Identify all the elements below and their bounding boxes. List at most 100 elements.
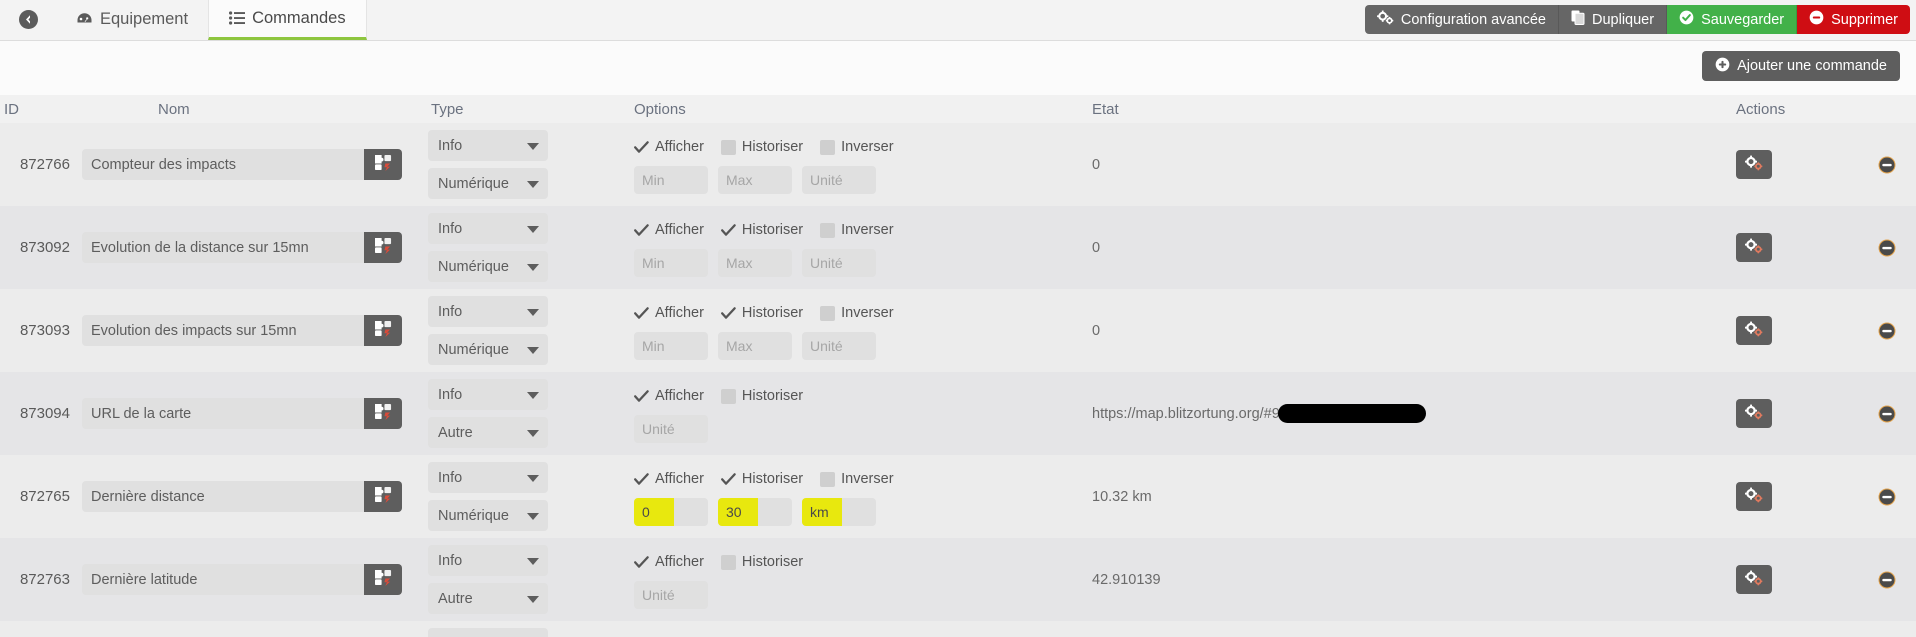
command-name-group [82, 564, 402, 595]
checkbox-historiser[interactable]: Historiser [720, 471, 803, 487]
command-name-input[interactable] [82, 481, 364, 512]
checkbox-afficher[interactable]: Afficher [634, 471, 704, 487]
command-subtype-select-2[interactable]: Numérique [428, 334, 548, 365]
back-button[interactable] [0, 0, 56, 40]
unit-input[interactable] [802, 166, 876, 194]
checkbox-historiser-label: Historiser [741, 139, 804, 155]
add-command-button[interactable]: Ajouter une commande [1702, 51, 1900, 81]
command-type-select[interactable]: Info [428, 379, 548, 410]
min-input[interactable] [634, 332, 708, 360]
remove-command-icon[interactable] [1878, 239, 1896, 261]
command-configure-button[interactable] [1736, 565, 1772, 594]
tab-commandes[interactable]: Commandes [208, 0, 367, 40]
command-name-icon-button[interactable] [364, 481, 402, 512]
command-type-select[interactable]: Info [428, 628, 548, 637]
remove-command-icon[interactable] [1878, 156, 1896, 178]
copy-icon [1571, 10, 1585, 29]
unit-input[interactable] [802, 332, 876, 360]
command-type-select[interactable]: Info [428, 462, 548, 493]
commands-table: ID Nom Type Options Etat Actions 872766 I… [0, 95, 1916, 637]
command-name-icon-button[interactable] [364, 315, 402, 346]
command-type-select[interactable]: Info [428, 130, 548, 161]
checkbox-historiser[interactable]: Historiser [720, 305, 803, 321]
min-input[interactable] [634, 249, 708, 277]
checkbox-afficher-label: Afficher [655, 554, 704, 570]
max-input[interactable] [718, 166, 792, 194]
command-type-select[interactable]: Info [428, 296, 548, 327]
table-row: 872766 Info Numérique Afficher Historiser Inv… [0, 123, 1916, 206]
command-configure-button[interactable] [1736, 233, 1772, 262]
unit-input[interactable] [802, 249, 876, 277]
remove-command-icon[interactable] [1878, 571, 1896, 593]
command-name-icon-button[interactable] [364, 564, 402, 595]
command-name-input[interactable] [82, 315, 364, 346]
remove-command-icon[interactable] [1878, 322, 1896, 344]
command-subtype-select-2[interactable]: Autre [428, 417, 548, 448]
command-subtype-select-2[interactable]: Autre [428, 583, 548, 614]
min-input[interactable] [634, 498, 708, 526]
checkbox-historiser[interactable]: Historiser [720, 554, 803, 570]
command-type-select[interactable]: Info [428, 545, 548, 576]
save-button[interactable]: Sauvegarder [1667, 5, 1798, 34]
tab-equipement[interactable]: Equipement [56, 0, 208, 40]
command-subtype-select-2[interactable]: Numérique [428, 500, 548, 531]
max-input[interactable] [718, 249, 792, 277]
checkbox-checked-icon [720, 306, 736, 321]
command-configure-button[interactable] [1736, 150, 1772, 179]
min-input[interactable] [634, 166, 708, 194]
checkbox-historiser[interactable]: Historiser [720, 388, 803, 404]
remove-command-icon[interactable] [1878, 488, 1896, 510]
checkbox-inverser-label: Inverser [841, 222, 894, 238]
checkbox-afficher[interactable]: Afficher [634, 305, 704, 321]
command-id: 872763 [19, 571, 70, 588]
unit-input[interactable] [634, 415, 708, 443]
checkbox-inverser[interactable]: Inverser [820, 139, 894, 155]
checkbox-inverser[interactable]: Inverser [820, 471, 894, 487]
checkbox-checked-icon [634, 306, 649, 321]
command-name-icon-button[interactable] [364, 232, 402, 263]
redaction-bar [1277, 404, 1426, 423]
command-configure-button[interactable] [1736, 482, 1772, 511]
cell-nom [78, 455, 426, 538]
checkbox-inverser[interactable]: Inverser [820, 305, 894, 321]
delete-button[interactable]: Supprimer [1797, 5, 1910, 34]
command-state-value: 10.32 km [1092, 488, 1152, 505]
command-name-input[interactable] [82, 564, 364, 595]
checkbox-unchecked-icon [820, 471, 836, 487]
cell-nom [78, 289, 426, 372]
remove-command-icon[interactable] [1878, 405, 1896, 427]
cell-etat: 0.170815 [1074, 621, 1674, 637]
checkbox-afficher-label: Afficher [655, 471, 704, 487]
command-subtype-select-2[interactable]: Numérique [428, 251, 548, 282]
command-name-icon-button[interactable] [364, 149, 402, 180]
checkbox-unchecked-icon [820, 305, 836, 321]
duplicate-button[interactable]: Dupliquer [1559, 5, 1668, 34]
max-input[interactable] [718, 332, 792, 360]
checkbox-afficher[interactable]: Afficher [634, 222, 704, 238]
checkbox-historiser[interactable]: Historiser [720, 139, 804, 155]
command-configure-button[interactable] [1736, 399, 1772, 428]
cell-actions [1674, 123, 1916, 206]
command-state-value: https://map.blitzortung.org/#9 [1092, 405, 1280, 422]
checkbox-afficher[interactable]: Afficher [634, 554, 704, 570]
unit-input[interactable] [634, 581, 708, 609]
checkbox-inverser[interactable]: Inverser [820, 222, 894, 238]
checkbox-afficher[interactable]: Afficher [634, 388, 704, 404]
cell-id: 873093 [0, 289, 78, 372]
max-input[interactable] [718, 498, 792, 526]
command-type-select[interactable]: Info [428, 213, 548, 244]
checkbox-inverser-label: Inverser [841, 139, 894, 155]
command-name-input[interactable] [82, 149, 364, 180]
list-icon [229, 11, 246, 25]
command-name-input[interactable] [82, 232, 364, 263]
command-id: 873094 [19, 405, 70, 422]
checkbox-afficher[interactable]: Afficher [634, 139, 704, 155]
command-name-input[interactable] [82, 398, 364, 429]
checkbox-historiser[interactable]: Historiser [720, 222, 803, 238]
advanced-configuration-button[interactable]: Configuration avancée [1364, 5, 1559, 34]
command-subtype-select-2[interactable]: Numérique [428, 168, 548, 199]
table-row: 872763 Info Autre Afficher Historiser 42.9101… [0, 538, 1916, 621]
command-name-icon-button[interactable] [364, 398, 402, 429]
command-configure-button[interactable] [1736, 316, 1772, 345]
unit-input[interactable] [802, 498, 876, 526]
